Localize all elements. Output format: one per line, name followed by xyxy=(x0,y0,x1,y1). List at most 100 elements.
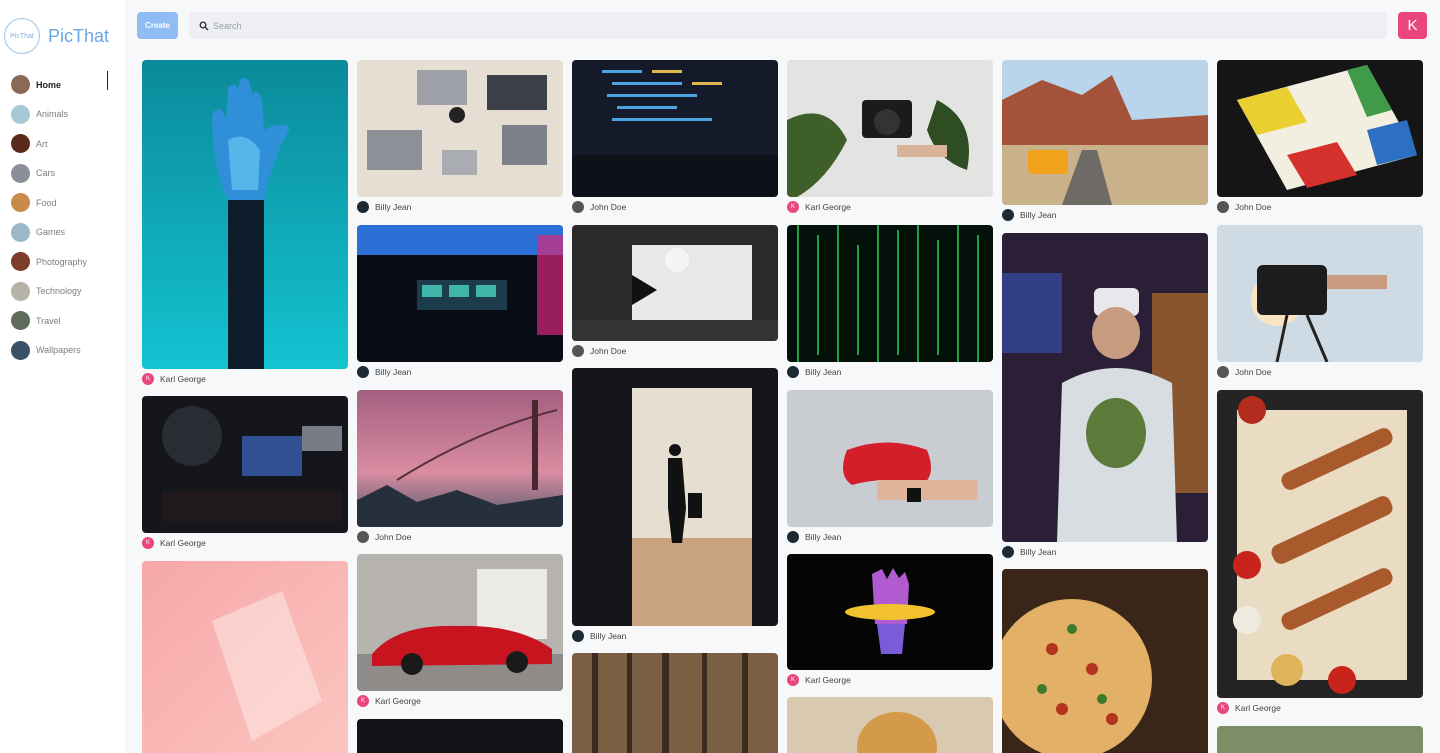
pin-image[interactable] xyxy=(572,60,778,197)
pin-author[interactable]: John Doe xyxy=(572,341,778,361)
pin-card[interactable] xyxy=(787,697,993,753)
pin-author[interactable]: Billy Jean xyxy=(1002,542,1208,562)
pin-author[interactable]: Billy Jean xyxy=(357,197,563,217)
golden-hair-image xyxy=(787,697,993,753)
pin-card[interactable]: John Doe xyxy=(572,60,778,217)
pin-card[interactable]: K Karl George xyxy=(357,554,563,711)
pin-author[interactable]: K Karl George xyxy=(787,670,993,690)
pin-image[interactable] xyxy=(1217,225,1423,362)
sidebar-item-games[interactable]: Games xyxy=(0,218,127,248)
author-avatar xyxy=(357,201,369,213)
pin-author[interactable]: Billy Jean xyxy=(357,362,563,382)
pin-image[interactable] xyxy=(572,225,778,341)
pin-card[interactable]: K Karl George xyxy=(142,396,348,553)
pin-card[interactable]: John Doe xyxy=(1217,225,1423,382)
sidebar-item-photography[interactable]: Photography xyxy=(0,247,127,277)
pin-image[interactable] xyxy=(787,60,993,197)
pin-card[interactable]: John Doe xyxy=(1217,60,1423,217)
pin-grid: K Karl George K Karl George Billy Jean B… xyxy=(142,60,1424,753)
pin-author[interactable]: John Doe xyxy=(1217,362,1423,382)
pin-card[interactable]: Billy Jean xyxy=(357,60,563,217)
desert-van-image xyxy=(1002,60,1208,205)
pin-author[interactable]: John Doe xyxy=(572,197,778,217)
pin-card[interactable]: K Karl George xyxy=(1217,390,1423,718)
author-avatar: K xyxy=(787,201,799,213)
author-name: Billy Jean xyxy=(1020,210,1057,220)
pin-author[interactable]: Billy Jean xyxy=(787,527,993,547)
pin-card[interactable] xyxy=(1002,569,1208,753)
pin-image[interactable] xyxy=(1002,569,1208,753)
user-avatar-button[interactable]: K xyxy=(1398,12,1427,39)
pin-image[interactable] xyxy=(357,225,563,362)
pin-image[interactable] xyxy=(1217,390,1423,698)
app-logo[interactable]: PicThat PicThat xyxy=(4,18,109,54)
sidebar-item-food[interactable]: Food xyxy=(0,188,127,218)
sidebar-item-label: Home xyxy=(36,79,62,90)
pin-author[interactable]: Billy Jean xyxy=(787,362,993,382)
pin-image[interactable] xyxy=(142,60,348,369)
author-avatar: K xyxy=(142,537,154,549)
pin-author[interactable]: K Karl George xyxy=(142,369,348,389)
author-name: Karl George xyxy=(805,202,851,212)
search-input[interactable] xyxy=(213,20,1363,31)
vr-boy-image xyxy=(1002,233,1208,542)
pin-image[interactable] xyxy=(357,390,563,527)
sidebar-item-technology[interactable]: Technology xyxy=(0,277,127,307)
pin-card[interactable] xyxy=(1217,726,1423,753)
pin-image[interactable] xyxy=(787,225,993,362)
pin-card[interactable] xyxy=(142,561,348,753)
pin-card[interactable]: Billy Jean xyxy=(572,368,778,646)
pin-author[interactable]: John Doe xyxy=(357,527,563,547)
pin-card[interactable]: Billy Jean xyxy=(357,225,563,382)
pin-image[interactable] xyxy=(1217,60,1423,197)
pin-author[interactable]: K Karl George xyxy=(357,691,563,711)
pin-author[interactable]: John Doe xyxy=(1217,197,1423,217)
sidebar-item-cars[interactable]: Cars xyxy=(0,159,127,189)
photography-category-icon xyxy=(11,252,30,272)
pin-card[interactable]: K Karl George xyxy=(142,60,348,389)
pin-image[interactable] xyxy=(357,60,563,197)
sidebar-item-label: Games xyxy=(36,227,66,238)
pin-image[interactable] xyxy=(1217,726,1423,753)
author-avatar xyxy=(1217,201,1229,213)
pin-card[interactable] xyxy=(357,719,563,753)
pin-author[interactable]: Billy Jean xyxy=(1002,205,1208,225)
pin-card[interactable]: Billy Jean xyxy=(787,390,993,547)
pin-card[interactable]: K Karl George xyxy=(787,60,993,217)
pin-author[interactable]: K Karl George xyxy=(1217,698,1423,718)
pin-image[interactable] xyxy=(142,561,348,753)
pin-card[interactable]: K Karl George xyxy=(787,554,993,690)
sidebar-item-travel[interactable]: Travel xyxy=(0,306,127,336)
pin-image[interactable] xyxy=(572,653,778,753)
desk-laptops-image xyxy=(357,60,563,197)
sidebar-item-label: Travel xyxy=(36,315,61,326)
pin-card[interactable]: John Doe xyxy=(357,390,563,547)
sidebar-item-animals[interactable]: Animals xyxy=(0,100,127,130)
pin-card[interactable] xyxy=(572,653,778,753)
pin-image[interactable] xyxy=(1002,60,1208,205)
sidebar-item-art[interactable]: Art xyxy=(0,129,127,159)
author-avatar: K xyxy=(1217,702,1229,714)
pin-image[interactable] xyxy=(787,390,993,527)
pin-card[interactable]: Billy Jean xyxy=(787,225,993,382)
author-avatar xyxy=(787,531,799,543)
sidebar-item-wallpapers[interactable]: Wallpapers xyxy=(0,336,127,366)
pin-card[interactable]: John Doe xyxy=(572,225,778,361)
pin-card[interactable]: Billy Jean xyxy=(1002,60,1208,225)
pin-author[interactable]: Billy Jean xyxy=(572,626,778,646)
search-bar[interactable] xyxy=(189,12,1387,39)
pin-card[interactable]: Billy Jean xyxy=(1002,233,1208,562)
pin-image[interactable] xyxy=(357,554,563,691)
pin-image[interactable] xyxy=(572,368,778,626)
pin-author[interactable]: K Karl George xyxy=(142,533,348,553)
pin-image[interactable] xyxy=(787,697,993,753)
create-button[interactable]: Create xyxy=(137,12,178,39)
pin-image[interactable] xyxy=(142,396,348,533)
pin-image[interactable] xyxy=(1002,233,1208,542)
pin-author[interactable]: K Karl George xyxy=(787,197,993,217)
pin-image[interactable] xyxy=(787,554,993,670)
sidebar-item-home[interactable]: Home xyxy=(0,70,127,100)
pin-image[interactable] xyxy=(357,719,563,753)
author-name: Karl George xyxy=(805,675,851,685)
author-avatar xyxy=(572,630,584,642)
